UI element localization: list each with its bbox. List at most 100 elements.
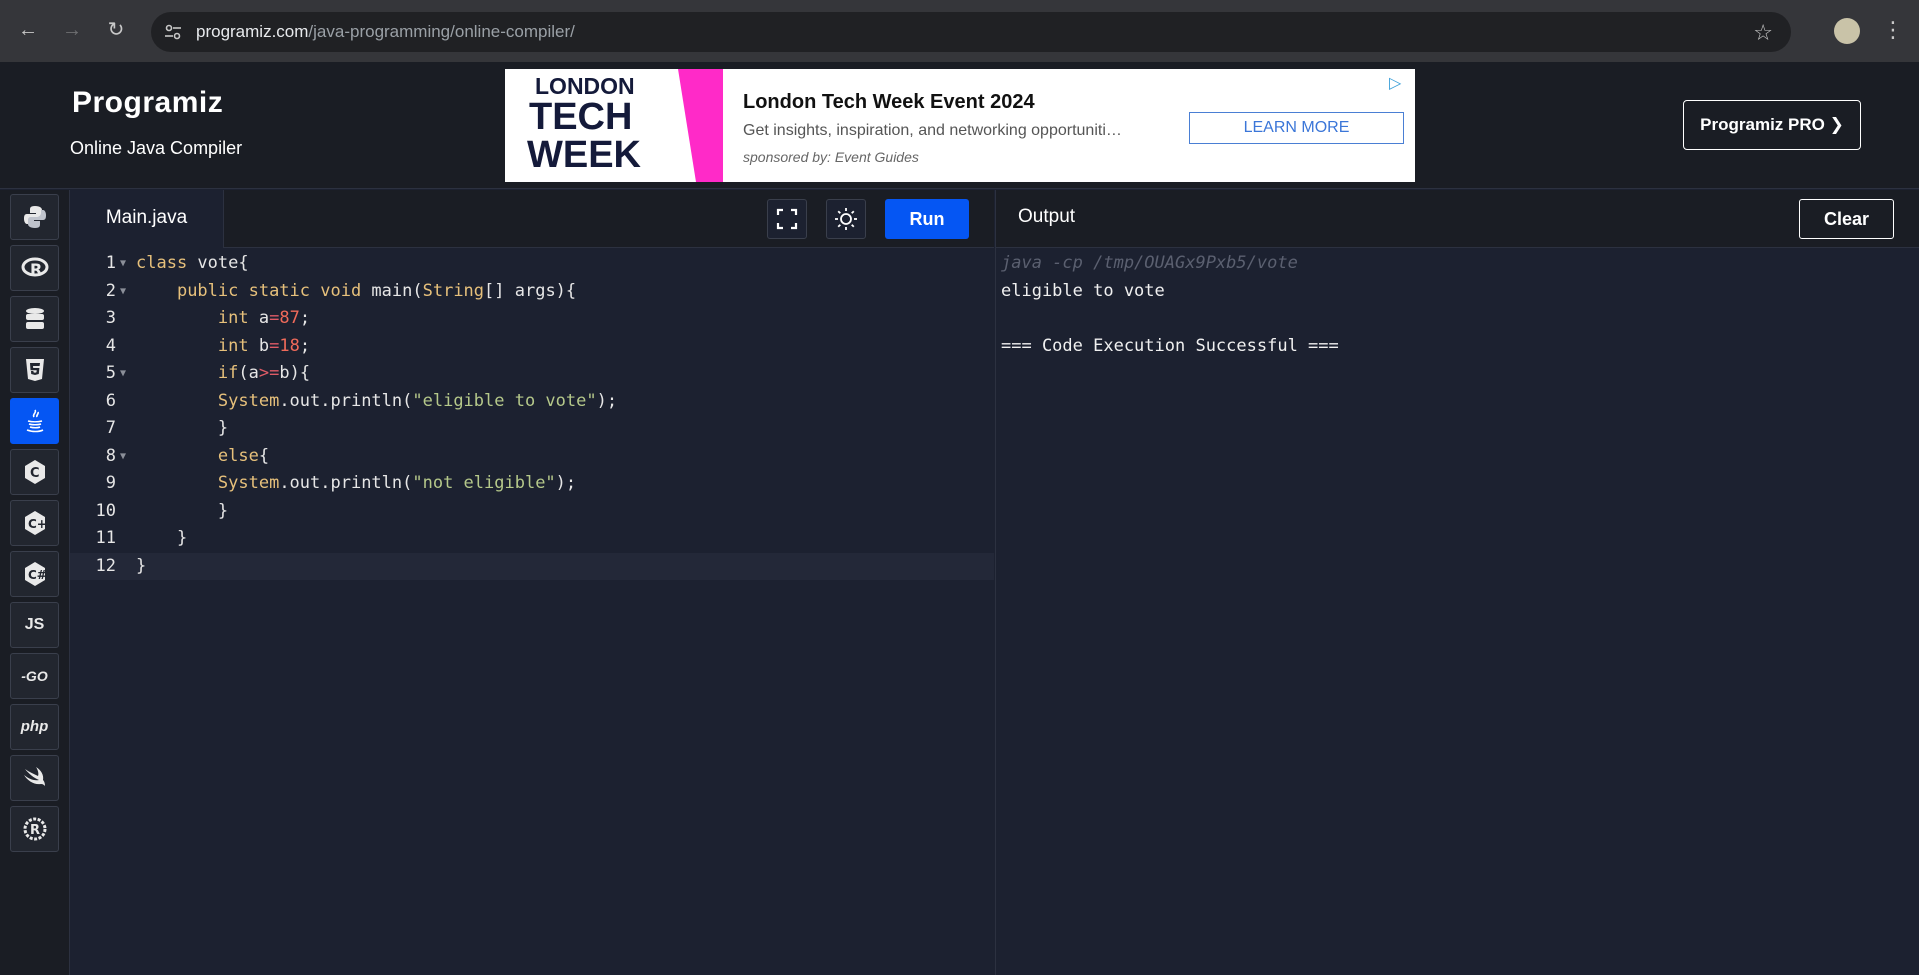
clear-button[interactable]: Clear <box>1799 199 1894 239</box>
fold-arrow-icon[interactable]: ▼ <box>120 360 126 388</box>
csharp-icon: C# <box>24 562 47 586</box>
lang-rust-button[interactable]: R <box>10 806 59 852</box>
code-line-current[interactable]: 12} <box>70 552 994 580</box>
code-line[interactable]: 4 int b=18; <box>70 333 994 361</box>
code-line[interactable]: 11 } <box>70 525 994 553</box>
html5-icon <box>25 359 44 381</box>
ad-logo-line2: TECH <box>529 96 633 138</box>
output-line: eligible to vote <box>1001 280 1165 301</box>
ad-description: Get insights, inspiration, and networkin… <box>743 122 1122 139</box>
url-host: programiz.com <box>196 22 309 41</box>
site-header: Programiz Online Java Compiler LONDON TE… <box>0 62 1919 189</box>
line-number: 12 <box>95 555 116 576</box>
theme-toggle-button[interactable] <box>826 199 866 239</box>
svg-text:C#: C# <box>28 568 47 582</box>
run-button[interactable]: Run <box>885 199 969 239</box>
output-command: java -cp /tmp/OUAGx9Pxb5/vote <box>1001 253 1298 273</box>
line-number: 6 <box>105 390 116 411</box>
browser-toolbar: ← → ↻ programiz.com/java-programming/onl… <box>0 0 1919 62</box>
ad-sponsor: sponsored by: Event Guides <box>743 149 919 165</box>
code-line[interactable]: 5 ▼ if(a>=b){ <box>70 360 994 388</box>
profile-avatar[interactable] <box>1834 18 1860 44</box>
swift-icon <box>23 767 45 786</box>
lang-python-button[interactable] <box>10 194 59 240</box>
lang-html-button[interactable] <box>10 347 59 393</box>
cpp-icon: C+ <box>24 511 47 535</box>
url-text[interactable]: programiz.com/java-programming/online-co… <box>196 22 575 42</box>
line-number: 7 <box>105 418 116 438</box>
fold-arrow-icon[interactable]: ▼ <box>120 443 126 471</box>
output-console[interactable]: java -cp /tmp/OUAGx9Pxb5/vote eligible t… <box>995 248 1919 975</box>
code-text: System.out.println("not eligible"); <box>217 473 577 493</box>
language-sidebar: R C C+ C# JS -GO php R <box>0 190 70 975</box>
code-text: } <box>136 500 229 521</box>
code-line[interactable]: 7 } <box>70 415 994 443</box>
fullscreen-button[interactable] <box>767 199 807 239</box>
code-text: if(a>=b){ <box>217 363 311 383</box>
lang-java-button[interactable] <box>10 398 59 444</box>
fold-arrow-icon[interactable]: ▼ <box>120 250 126 278</box>
forward-icon[interactable]: → <box>60 18 84 42</box>
lang-r-button[interactable]: R <box>10 245 59 291</box>
code-line[interactable]: 3 int a=87; <box>70 305 994 333</box>
line-number: 10 <box>95 500 116 521</box>
lang-go-button[interactable]: -GO <box>10 653 59 699</box>
code-line[interactable]: 2 ▼ public static void main(String[] args… <box>70 278 994 306</box>
lang-sql-button[interactable] <box>10 296 59 342</box>
svg-text:R: R <box>30 260 42 279</box>
lang-swift-button[interactable] <box>10 755 59 801</box>
lang-js-button[interactable]: JS <box>10 602 59 648</box>
code-line[interactable]: 8 ▼ else{ <box>70 443 994 471</box>
output-toolbar: Output Clear <box>995 190 1919 248</box>
ad-logo: LONDON TECH WEEK <box>505 69 723 182</box>
fold-arrow-icon[interactable]: ▼ <box>120 278 126 306</box>
reload-icon[interactable]: ↻ <box>104 18 128 42</box>
ad-learn-more-button[interactable]: LEARN MORE <box>1189 112 1404 144</box>
programiz-logo[interactable]: Programiz <box>72 86 223 120</box>
code-editor[interactable]: 1 ▼ class vote{ 2 ▼ public static void main… <box>70 248 994 975</box>
svg-text:C: C <box>30 466 40 481</box>
url-path: /java-programming/online-compiler/ <box>308 22 575 41</box>
line-number: 5 <box>105 363 116 383</box>
ad-title[interactable]: London Tech Week Event 2024 <box>743 91 1035 114</box>
line-number: 4 <box>105 335 116 356</box>
code-text: class vote{ <box>136 253 249 273</box>
line-number: 11 <box>95 528 116 548</box>
output-status-line: === Code Execution Successful === <box>1001 335 1339 356</box>
code-text: public static void main(String[] args){ <box>176 280 577 301</box>
python-icon <box>23 206 46 228</box>
code-text: int a=87; <box>217 308 311 328</box>
code-text: else{ <box>217 445 270 466</box>
svg-text:R: R <box>30 823 40 838</box>
tab-main-java[interactable]: Main.java <box>70 190 224 248</box>
java-icon <box>26 409 43 433</box>
line-number: 3 <box>105 308 116 328</box>
line-number: 1 <box>105 253 116 273</box>
rust-icon: R <box>23 817 46 841</box>
fullscreen-icon <box>776 208 798 230</box>
r-icon: R <box>21 257 48 279</box>
site-settings-icon[interactable] <box>163 22 183 42</box>
advertisement-banner[interactable]: LONDON TECH WEEK London Tech Week Event … <box>505 69 1415 182</box>
ad-choices-icon[interactable]: ▷ <box>1389 73 1409 93</box>
address-bar[interactable]: programiz.com/java-programming/online-co… <box>151 12 1791 52</box>
sun-icon <box>835 208 857 230</box>
svg-text:C+: C+ <box>28 517 47 531</box>
code-text: int b=18; <box>217 335 311 356</box>
bookmark-star-icon[interactable]: ☆ <box>1753 20 1773 46</box>
code-line[interactable]: 1 ▼ class vote{ <box>70 250 994 278</box>
line-number: 9 <box>105 473 116 493</box>
lang-cpp-button[interactable]: C+ <box>10 500 59 546</box>
code-line[interactable]: 10 } <box>70 498 994 526</box>
line-number: 8 <box>105 445 116 466</box>
lang-csharp-button[interactable]: C# <box>10 551 59 597</box>
code-line[interactable]: 9 System.out.println("not eligible"); <box>70 470 994 498</box>
lang-c-button[interactable]: C <box>10 449 59 495</box>
lang-php-button[interactable]: php <box>10 704 59 750</box>
programiz-pro-button[interactable]: Programiz PRO ❯ <box>1683 100 1861 150</box>
browser-menu-icon[interactable]: ⋮ <box>1882 16 1904 46</box>
back-icon[interactable]: ← <box>16 18 40 42</box>
database-icon <box>25 308 44 329</box>
code-line[interactable]: 6 System.out.println("eligible to vote")… <box>70 388 994 416</box>
ad-logo-stripe <box>678 69 723 182</box>
